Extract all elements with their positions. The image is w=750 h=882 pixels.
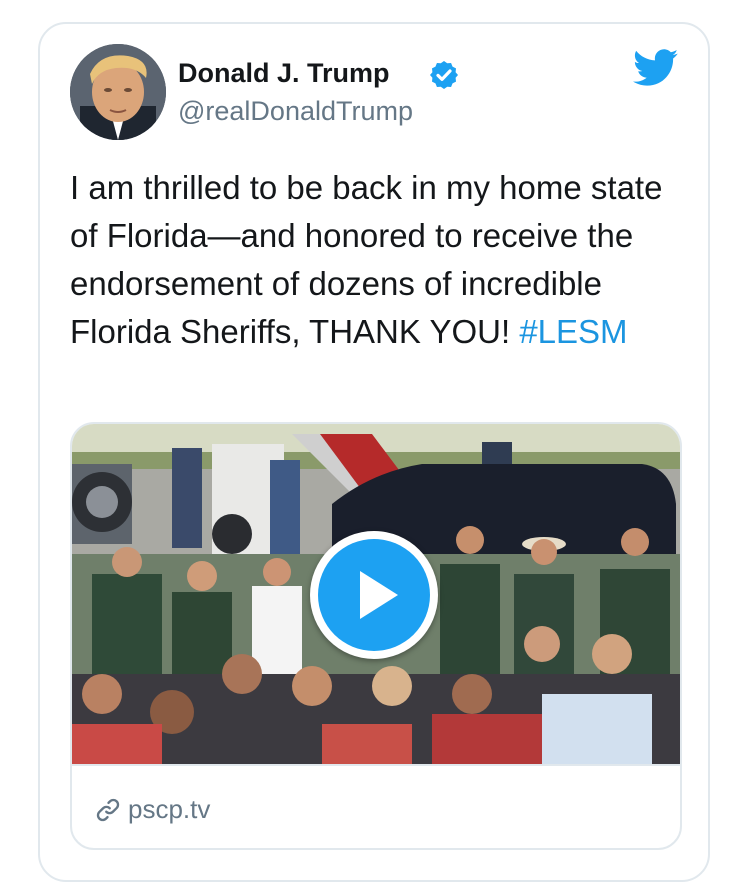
avatar[interactable]: [70, 44, 166, 140]
tweet-text: I am thrilled to be back in my home stat…: [70, 164, 690, 356]
link-preview[interactable]: pscp.tv: [72, 764, 680, 848]
media-card[interactable]: pscp.tv: [70, 422, 682, 850]
video-thumbnail[interactable]: [72, 424, 680, 764]
verified-badge-icon: [430, 61, 458, 89]
link-url[interactable]: pscp.tv: [128, 794, 210, 825]
play-button[interactable]: [310, 531, 438, 659]
link-icon: [96, 798, 120, 822]
twitter-bird-icon[interactable]: [633, 49, 679, 87]
author-handle[interactable]: @realDonaldTrump: [178, 96, 413, 127]
tweet-card[interactable]: Donald J. Trump @realDonaldTrump I am th…: [38, 22, 710, 882]
author-name[interactable]: Donald J. Trump: [178, 58, 390, 89]
hashtag-link[interactable]: #LESM: [519, 313, 627, 350]
play-icon: [318, 539, 430, 651]
